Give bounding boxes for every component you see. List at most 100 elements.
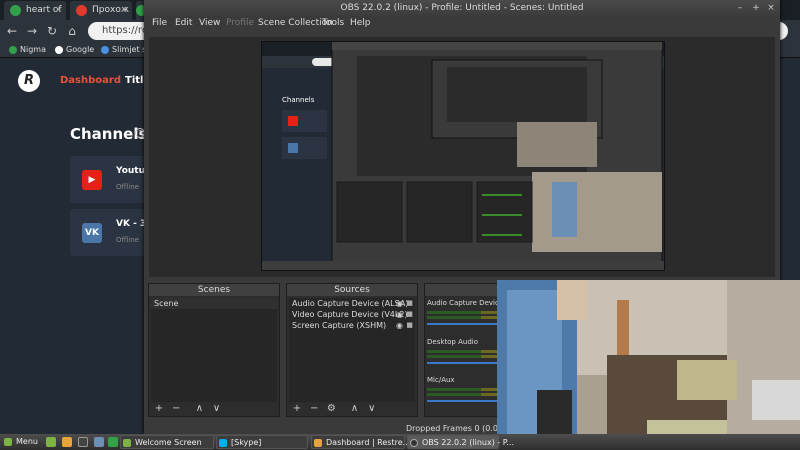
- channel-card-youtube[interactable]: ▶ Youtub Offline: [70, 156, 151, 203]
- menu-help[interactable]: Help: [350, 16, 371, 30]
- audio-meter: [427, 355, 503, 358]
- close-icon[interactable]: ×: [54, 1, 62, 20]
- minimize-icon[interactable]: –: [734, 0, 746, 16]
- channel-status: Offline: [116, 236, 139, 244]
- obs-title-bar: OBS 22.0.2 (linux) - Profile: Untitled -…: [144, 0, 780, 16]
- scenes-panel: Scenes Scene + − ∧ ∨: [148, 283, 280, 417]
- source-label: Video Capture Device (V4L2): [292, 310, 408, 319]
- task-label: OBS 22.0.2 (linux) - P...: [422, 438, 514, 447]
- menu-profile[interactable]: Profile: [226, 16, 254, 30]
- screen: heart of × Прохож × ← → ↻ ⌂ https://rest…: [0, 0, 800, 450]
- home-icon[interactable]: ⌂: [64, 23, 80, 39]
- volume-slider[interactable]: [427, 400, 503, 402]
- move-down-icon[interactable]: ∨: [365, 403, 379, 415]
- chrome-tab-favicon-icon: [10, 5, 21, 16]
- eye-icon[interactable]: ◉: [396, 320, 403, 331]
- source-item[interactable]: Audio Capture Device (ALSA) ◉ ■: [289, 298, 415, 309]
- audio-meter: [427, 311, 503, 314]
- webcam-image: [497, 280, 800, 450]
- maximize-icon[interactable]: +: [750, 0, 762, 16]
- menu-label: Menu: [16, 437, 38, 446]
- chrome-icon: [314, 439, 322, 447]
- menu-view[interactable]: View: [199, 16, 220, 30]
- menu-tools[interactable]: Tools: [322, 16, 344, 30]
- terminal-icon[interactable]: [78, 437, 88, 447]
- scene-item[interactable]: Scene: [151, 298, 277, 309]
- chrome-tab-2[interactable]: Прохож ×: [70, 1, 132, 20]
- lock-icon[interactable]: ■: [406, 320, 413, 331]
- bookmark-icon: [101, 46, 109, 54]
- channel-status: Offline: [116, 183, 139, 191]
- channel-card-vk[interactable]: VK VK - 36 Offline: [70, 209, 152, 256]
- sources-header: Sources: [287, 284, 417, 296]
- move-up-icon[interactable]: ∧: [348, 403, 362, 415]
- mixer-channel: Audio Capture Device (ALSA): [427, 299, 529, 325]
- move-down-icon[interactable]: ∨: [210, 403, 224, 415]
- start-menu-button[interactable]: Menu: [2, 435, 38, 449]
- remove-source-button[interactable]: −: [307, 403, 321, 415]
- youtube-favicon-icon: [76, 5, 87, 16]
- taskbar: Menu Welcome Screen [Skype] Dashboard | …: [0, 434, 800, 450]
- vk-icon: VK: [82, 223, 102, 243]
- taskbar-task[interactable]: OBS 22.0.2 (linux) - P...: [407, 435, 514, 449]
- lock-icon[interactable]: ■: [406, 298, 413, 309]
- mint-menu-icon: [4, 438, 12, 446]
- scenes-list: Scene: [151, 298, 277, 402]
- forward-icon[interactable]: →: [24, 23, 40, 39]
- source-label: Screen Capture (XSHM): [292, 321, 387, 330]
- preview-screen-capture: Channels: [261, 41, 665, 271]
- source-item[interactable]: Video Capture Device (V4L2) ◉ ■: [289, 309, 415, 320]
- bookmark-google[interactable]: Google: [54, 42, 94, 58]
- mixer-channel-label: Audio Capture Device (ALSA): [427, 299, 529, 307]
- mixer-channel: Mic/Aux: [427, 376, 505, 402]
- gear-icon[interactable]: ⚙: [324, 403, 338, 415]
- obs-icon: [410, 439, 418, 447]
- audio-meter: [427, 393, 503, 396]
- obs-menubar: File Edit View Profile Scene Collection …: [144, 16, 780, 30]
- menu-file[interactable]: File: [152, 16, 167, 30]
- mixer-channel-label: Desktop Audio: [427, 338, 478, 346]
- add-scene-button[interactable]: +: [152, 403, 166, 415]
- menu-edit[interactable]: Edit: [175, 16, 192, 30]
- volume-slider[interactable]: [427, 362, 503, 364]
- lock-icon[interactable]: ■: [406, 309, 413, 320]
- audio-meter: [427, 388, 503, 391]
- skype-icon: [219, 439, 227, 447]
- restream-logo[interactable]: R: [18, 70, 40, 92]
- webcam-feed: [497, 280, 800, 450]
- chrome-tab-1[interactable]: heart of ×: [4, 1, 66, 20]
- google-icon: [55, 46, 63, 54]
- eye-icon[interactable]: ◉: [396, 298, 403, 309]
- nav-dashboard[interactable]: Dashboard: [60, 75, 121, 86]
- back-icon[interactable]: ←: [4, 23, 20, 39]
- task-label: [Skype]: [231, 438, 262, 447]
- files-icon[interactable]: [94, 437, 104, 447]
- add-source-button[interactable]: +: [290, 403, 304, 415]
- taskbar-task[interactable]: Dashboard | Restre...: [311, 435, 410, 449]
- source-item[interactable]: Screen Capture (XSHM) ◉ ■: [289, 320, 415, 331]
- browser-launcher-icon[interactable]: [62, 437, 72, 447]
- task-label: Dashboard | Restre...: [326, 438, 411, 447]
- dropped-frames-status: Dropped Frames 0 (0.0%): [406, 424, 509, 433]
- remove-scene-button[interactable]: −: [169, 403, 183, 415]
- eye-icon[interactable]: ◉: [396, 309, 403, 320]
- sources-list: Audio Capture Device (ALSA) ◉ ■ Video Ca…: [289, 298, 415, 402]
- close-icon[interactable]: ×: [120, 1, 128, 20]
- audio-meter: [427, 316, 503, 319]
- app-icon: [123, 439, 131, 447]
- taskbar-task[interactable]: [Skype]: [216, 435, 308, 449]
- reload-icon[interactable]: ↻: [44, 23, 60, 39]
- chrome-launcher-icon[interactable]: [108, 437, 118, 447]
- svg-text:Channels: Channels: [282, 96, 315, 104]
- taskbar-task[interactable]: Welcome Screen: [120, 435, 214, 449]
- move-up-icon[interactable]: ∧: [192, 403, 206, 415]
- volume-slider[interactable]: [427, 323, 503, 325]
- task-label: Welcome Screen: [135, 438, 202, 447]
- scenes-toolbar: + − ∧ ∨: [152, 403, 224, 415]
- obs-preview[interactable]: Channels: [149, 37, 775, 277]
- bookmark-nigma[interactable]: Nigma: [8, 42, 46, 58]
- show-desktop-icon[interactable]: [46, 437, 56, 447]
- close-icon[interactable]: ×: [765, 0, 777, 16]
- bookmark-label: Google: [66, 45, 95, 54]
- mixer-channel: Desktop Audio: [427, 338, 505, 364]
